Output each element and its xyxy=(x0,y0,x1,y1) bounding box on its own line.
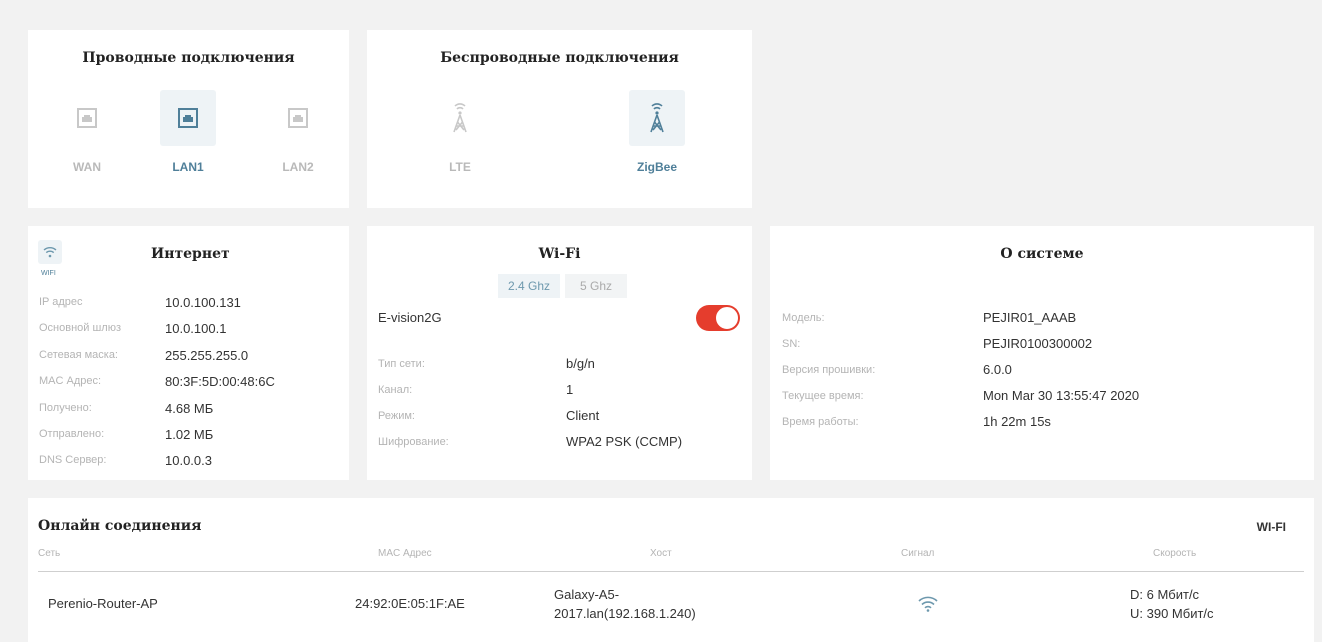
online-connections-card: Онлайн соединения WI-FI Сеть MAC Адрес Х… xyxy=(28,498,1314,642)
current-time-value: Mon Mar 30 13:55:47 2020 xyxy=(983,388,1140,403)
wired-connections-title: Проводные подключения xyxy=(82,50,295,66)
mode-label: Режим: xyxy=(378,410,415,422)
table-row[interactable]: Perenio-Router-AP 24:92:0E:05:1F:AE Gala… xyxy=(28,572,1314,638)
wifi-enable-toggle[interactable] xyxy=(696,305,740,331)
wifi-status-badge xyxy=(38,240,62,264)
netmask-value: 255.255.255.0 xyxy=(165,348,249,363)
lan2-label: LAN2 xyxy=(282,160,314,174)
encryption-value: WPA2 PSK (CCMP) xyxy=(566,434,683,449)
model-label: Модель: xyxy=(782,312,825,324)
column-header-host: Хост xyxy=(650,548,672,559)
channel-value: 1 xyxy=(566,382,574,397)
tab-2-4ghz[interactable]: 2.4 Ghz xyxy=(498,274,560,298)
filter-wifi-label[interactable]: WI-FI xyxy=(1257,520,1286,534)
uptime-value: 1h 22m 15s xyxy=(983,414,1051,429)
firmware-label: Версия прошивки: xyxy=(782,364,876,376)
gateway-value: 10.0.100.1 xyxy=(165,321,227,336)
sent-value: 1.02 МБ xyxy=(165,427,214,442)
lte-box[interactable] xyxy=(432,90,488,146)
channel-label: Канал: xyxy=(378,384,413,396)
toggle-knob xyxy=(715,306,739,330)
uptime-label: Время работы: xyxy=(782,416,859,428)
encryption-label: Шифрование: xyxy=(378,436,449,448)
row-network: Perenio-Router-AP xyxy=(48,596,158,611)
gateway-label: Основной шлюз xyxy=(39,322,122,334)
network-type-label: Тип сети: xyxy=(378,358,425,370)
mac-address-value: 80:3F:5D:00:48:6C xyxy=(165,374,275,389)
lan1-label: LAN1 xyxy=(172,160,204,174)
wireless-connections-title: Беспроводные подключения xyxy=(440,50,679,66)
dns-server-label: DNS Сервер: xyxy=(39,454,107,466)
received-label: Получено: xyxy=(39,402,92,414)
wifi-icon xyxy=(43,247,57,258)
serial-value: PEJIR0100300002 xyxy=(983,336,1093,351)
network-type-value: b/g/n xyxy=(566,356,595,371)
wan-port-box[interactable] xyxy=(59,90,115,146)
ssid-name: E-vision2G xyxy=(378,310,442,325)
firmware-value: 6.0.0 xyxy=(983,362,1012,377)
serial-label: SN: xyxy=(782,338,801,350)
antenna-tower-icon xyxy=(650,103,664,133)
wireless-item-lte[interactable]: LTE xyxy=(432,90,488,190)
dns-server-value: 10.0.0.3 xyxy=(165,453,212,468)
wired-connections-card: Проводные подключения WAN LAN1 LAN2 xyxy=(28,30,349,208)
lte-label: LTE xyxy=(449,160,471,174)
sent-label: Отправлено: xyxy=(39,428,105,440)
column-header-signal: Сигнал xyxy=(901,548,935,559)
ethernet-port-icon xyxy=(178,108,198,128)
column-header-mac: MAC Адрес xyxy=(378,548,432,559)
ethernet-port-icon xyxy=(77,108,97,128)
mac-address-label: MAC Адрес: xyxy=(39,375,102,387)
internet-card: WIFI Интернет IP адрес 10.0.100.131 Осно… xyxy=(28,226,349,480)
received-value: 4.68 МБ xyxy=(165,401,214,416)
netmask-label: Сетевая маска: xyxy=(39,349,118,361)
online-connections-title: Онлайн соединения xyxy=(38,518,202,534)
system-title: О системе xyxy=(1000,246,1084,262)
column-header-speed: Скорость xyxy=(1153,548,1197,559)
system-card: О системе Модель: PEJIR01_AAAB SN: PEJIR… xyxy=(770,226,1314,480)
column-header-network: Сеть xyxy=(38,548,61,559)
wired-item-lan2[interactable]: LAN2 xyxy=(270,90,326,190)
row-speed-down: D: 6 Мбит/с xyxy=(1130,587,1200,602)
zigbee-label: ZigBee xyxy=(636,160,677,174)
wired-item-lan1[interactable]: LAN1 xyxy=(160,90,216,190)
antenna-tower-icon xyxy=(453,103,467,133)
wireless-connections-card: Беспроводные подключения LTE ZigBee xyxy=(367,30,752,208)
row-mac: 24:92:0E:05:1F:AE xyxy=(355,596,465,611)
internet-title: Интернет xyxy=(151,246,230,262)
wired-item-wan[interactable]: WAN xyxy=(59,90,115,190)
lan2-port-box[interactable] xyxy=(270,90,326,146)
wifi-card: Wi-Fi 2.4 Ghz 5 Ghz E-vision2G Тип сети:… xyxy=(367,226,752,480)
row-host-line1: Galaxy-A5- xyxy=(554,587,620,602)
row-host-line2: 2017.lan(192.168.1.240) xyxy=(554,606,696,621)
model-value: PEJIR01_AAAB xyxy=(983,310,1077,325)
wireless-item-zigbee[interactable]: ZigBee xyxy=(629,90,685,190)
zigbee-box[interactable] xyxy=(629,90,685,146)
wifi-caption: WIFI xyxy=(41,270,56,277)
ip-address-value: 10.0.100.131 xyxy=(165,295,241,310)
wifi-title: Wi-Fi xyxy=(538,246,581,262)
row-speed-up: U: 390 Мбит/с xyxy=(1130,606,1214,621)
wifi-signal-icon xyxy=(918,596,938,617)
mode-value: Client xyxy=(566,408,600,423)
tab-5ghz[interactable]: 5 Ghz xyxy=(565,274,627,298)
ip-address-label: IP адрес xyxy=(39,296,83,308)
current-time-label: Текущее время: xyxy=(782,390,864,402)
lan1-port-box[interactable] xyxy=(160,90,216,146)
wan-label: WAN xyxy=(73,160,101,174)
ethernet-port-icon xyxy=(288,108,308,128)
